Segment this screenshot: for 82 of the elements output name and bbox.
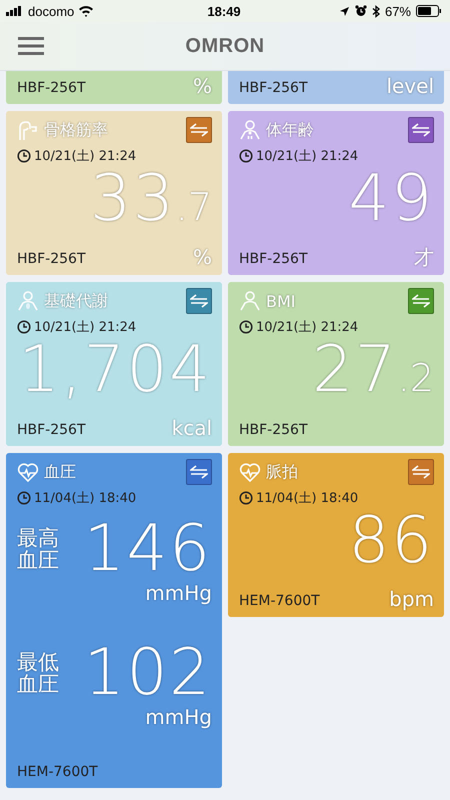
sync-button[interactable] [408,288,434,314]
unit-label: mmHg [145,705,212,729]
reading-value: 102 [84,641,212,705]
device-name: HBF-256T [17,80,86,96]
sync-button[interactable] [186,117,212,143]
reading-label: 最高血圧 [17,526,59,572]
device-name: HEM-7600T [17,764,99,780]
person-icon [17,290,39,312]
device-name: HBF-256T [239,251,308,267]
unit-label: bpm [389,589,434,609]
arm-icon [17,119,39,141]
reading-value: 146 [84,517,212,581]
unit-label: mmHg [145,581,212,605]
metric-card[interactable]: HBF-256T level [228,71,444,104]
unit-label: kcal [172,418,212,438]
heartbeat-icon [239,461,261,483]
measure-time: 11/04(土) 18:40 [34,490,136,507]
decimal-value: .2 [398,356,434,400]
card-title: 体年齢 [266,120,314,140]
family-icon [239,119,261,141]
metric-card[interactable]: 脈拍 11/04(土) 18:40 86 HEM-7600T bpm [228,453,444,617]
clock-time: 18:49 [207,4,241,18]
clock-icon [17,491,31,505]
card-title: 血圧 [44,462,76,482]
sync-button[interactable] [186,288,212,314]
device-name: HEM-7600T [239,593,320,609]
metric-card[interactable]: 血圧 11/04(土) 18:40 最高血圧 146 mmHg 最低血圧 102 mmHg HEM-7600T [6,453,222,788]
device-name: HBF-256T [17,251,86,267]
device-name: HBF-256T [239,80,308,96]
clock-icon [17,320,31,334]
signal-icon [6,6,24,16]
unit-label: level [386,76,434,96]
wifi-icon [78,5,94,17]
battery-icon [416,5,442,17]
menu-button[interactable] [16,34,46,58]
measure-time: 10/21(土) 21:24 [256,319,358,336]
clock-icon [17,149,31,163]
sync-icon [190,294,208,308]
clock-icon [239,491,253,505]
sync-button[interactable] [408,117,434,143]
card-title: BMI [266,292,296,310]
metric-card[interactable]: HBF-256T % [6,71,222,104]
sync-icon [412,294,430,308]
unit-label: % [192,247,212,267]
sync-button[interactable] [408,459,434,485]
app-logo: OMRON [185,34,265,58]
card-title: 基礎代謝 [44,290,108,312]
measure-time: 10/21(土) 21:24 [34,148,136,165]
measure-value: 49 [348,167,434,231]
measure-value: 86 [348,509,434,573]
location-icon [338,6,350,16]
metric-card[interactable]: BMI 10/21(土) 21:24 27.2 HBF-256T [228,282,444,446]
metric-card[interactable]: 基礎代謝 10/21(土) 21:24 1,704 HBF-256T kcal [6,282,222,446]
device-name: HBF-256T [239,422,308,438]
metric-card[interactable]: 骨格筋率 10/21(土) 21:24 33.7 HBF-256T % [6,111,222,275]
alarm-icon [354,5,367,17]
measure-time: 10/21(土) 21:24 [256,148,358,165]
reading-label: 最低血圧 [17,650,59,696]
measure-value: 1,704 [18,338,212,402]
sync-icon [412,123,430,137]
device-name: HBF-256T [17,422,86,438]
metric-card[interactable]: 体年齢 10/21(土) 21:24 49 HBF-256T 才 [228,111,444,275]
sync-button[interactable] [186,459,212,485]
person-icon [239,290,261,312]
sync-icon [412,465,430,479]
card-title: 脈拍 [266,462,298,482]
measure-time: 11/04(土) 18:40 [256,490,358,507]
unit-label: 才 [414,247,434,267]
battery-percent: 67% [384,4,411,18]
card-title: 骨格筋率 [44,120,108,140]
heartbeat-icon [17,461,39,483]
sync-icon [190,465,208,479]
measure-time: 10/21(土) 21:24 [34,319,136,336]
measure-value: 27 [312,338,398,402]
bluetooth-icon [372,4,380,18]
sync-icon [190,123,208,137]
carrier-name: docomo [28,4,74,18]
clock-icon [239,149,253,163]
unit-label: % [192,76,212,96]
decimal-value: .7 [176,185,212,229]
clock-icon [239,320,253,334]
measure-value: 33 [90,167,176,231]
